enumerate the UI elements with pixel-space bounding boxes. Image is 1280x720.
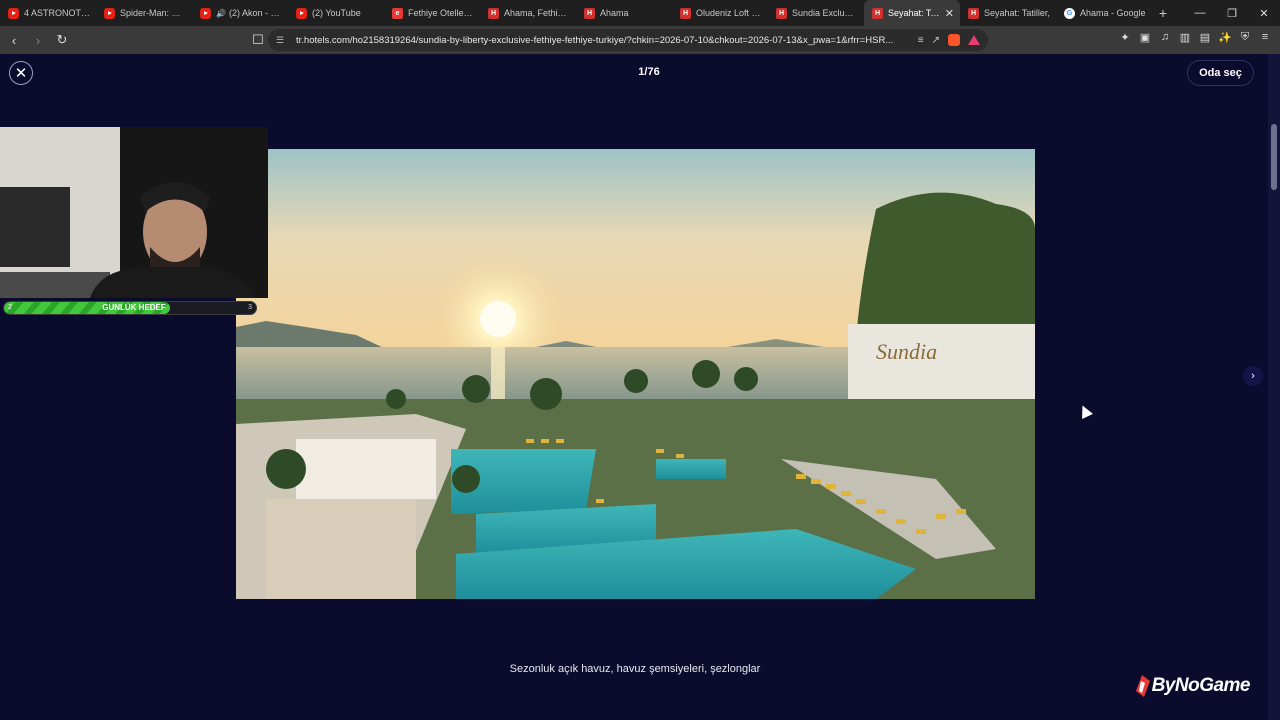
reload-icon[interactable]: ↻ bbox=[52, 30, 72, 50]
tab-2[interactable]: 🔊 (2) Akon - Sm bbox=[192, 0, 288, 26]
mouse-cursor-icon bbox=[1077, 403, 1093, 419]
tab-title: Ahama, Fethiye, T bbox=[504, 8, 570, 18]
select-room-button[interactable]: Oda seç bbox=[1187, 60, 1254, 86]
media-icon[interactable]: ♫ bbox=[1158, 30, 1172, 44]
tab-list: 4 ASTRONOT AY... Spider-Man: Bran 🔊(2) Ako… bbox=[0, 0, 1152, 26]
tab-title: Ahama bbox=[600, 8, 629, 18]
bookmark-icon[interactable]: ☐ bbox=[248, 30, 268, 50]
webcam-overlay bbox=[0, 127, 268, 298]
tab-11[interactable]: G Ahama - Google bbox=[1056, 0, 1152, 26]
tab-title: Ahama - Google bbox=[1080, 8, 1146, 18]
youtube-icon bbox=[104, 7, 115, 19]
next-photo-button[interactable]: › bbox=[1243, 366, 1263, 386]
tab-title: Fethiye Otelleri - bbox=[408, 8, 474, 18]
new-tab-button[interactable]: + bbox=[1152, 5, 1174, 21]
menu-icon[interactable]: ≡ bbox=[1258, 30, 1272, 44]
page-scrollbar[interactable] bbox=[1268, 54, 1280, 720]
tab-10[interactable]: H Seyahat: Tatiller, bbox=[960, 0, 1056, 26]
hotels-icon: H bbox=[776, 7, 787, 19]
tab-title: (2) Akon - Sm bbox=[228, 8, 282, 18]
tab-0[interactable]: 4 ASTRONOT AY... bbox=[0, 0, 96, 26]
hotel-sign-text: Sundia bbox=[876, 339, 937, 364]
google-icon: G bbox=[1064, 7, 1075, 19]
tab-title: Seyahat: Tatil bbox=[888, 8, 941, 18]
tab-title: 4 ASTRONOT AY... bbox=[24, 8, 90, 18]
back-icon[interactable]: ‹ bbox=[4, 30, 24, 50]
tab-6[interactable]: H Ahama bbox=[576, 0, 672, 26]
expedia-icon: e bbox=[392, 7, 403, 19]
goal-label: GÜNLÜK HEDEF bbox=[102, 303, 166, 312]
extensions-icon[interactable]: ✦ bbox=[1118, 30, 1132, 44]
tab-8[interactable]: H Sundia Exclusive bbox=[768, 0, 864, 26]
wallet-icon[interactable]: ▣ bbox=[1138, 30, 1152, 44]
tab-title: Seyahat: Tatiller, bbox=[984, 8, 1050, 18]
youtube-icon bbox=[200, 7, 211, 19]
hotels-icon: H bbox=[584, 7, 595, 19]
tab-5[interactable]: H Ahama, Fethiye, T bbox=[480, 0, 576, 26]
scrollbar-thumb[interactable] bbox=[1271, 124, 1277, 190]
gallery-photo: Sundia bbox=[236, 149, 1035, 599]
address-actions: ≡ ↗ bbox=[918, 34, 980, 46]
tab-title: Spider-Man: Bran bbox=[120, 8, 186, 18]
bynogame-mark-icon bbox=[1135, 675, 1150, 697]
audio-playing-icon[interactable]: 🔊 bbox=[216, 9, 226, 18]
hotel-pool-photo: Sundia bbox=[236, 149, 1035, 599]
address-bar[interactable]: ☰ tr.hotels.com/ho2158319264/sundia-by-l… bbox=[268, 29, 988, 51]
brave-shields-icon[interactable] bbox=[948, 34, 960, 46]
youtube-icon bbox=[296, 7, 307, 19]
close-tab-icon[interactable]: ✕ bbox=[945, 7, 954, 20]
hotels-icon: H bbox=[680, 7, 691, 19]
close-window-icon[interactable]: ✕ bbox=[1248, 0, 1280, 26]
tab-4[interactable]: e Fethiye Otelleri - bbox=[384, 0, 480, 26]
tab-title: Oludeniz Loft Ho bbox=[696, 8, 762, 18]
youtube-icon bbox=[8, 7, 19, 19]
forward-icon[interactable]: › bbox=[28, 30, 48, 50]
toolbar-right: ✦ ▣ ♫ ▥ ▤ ✨ ⛨ ≡ bbox=[1118, 30, 1272, 44]
tab-strip: 4 ASTRONOT AY... Spider-Man: Bran 🔊(2) Ako… bbox=[0, 0, 1280, 26]
window-controls: — ❐ ✕ bbox=[1184, 0, 1280, 26]
daily-goal-progress: 2 GÜNLÜK HEDEF 3 bbox=[3, 301, 257, 315]
webcam-feed bbox=[0, 127, 268, 298]
share-icon[interactable]: ↗ bbox=[932, 35, 940, 46]
reader-mode-icon[interactable]: ≡ bbox=[918, 35, 924, 46]
url-text: tr.hotels.com/ho2158319264/sundia-by-lib… bbox=[296, 34, 894, 46]
minimize-icon[interactable]: — bbox=[1184, 0, 1216, 26]
leo-icon[interactable]: ✨ bbox=[1218, 30, 1232, 44]
restore-icon[interactable]: ❐ bbox=[1216, 0, 1248, 26]
photo-caption: Sezonluk açık havuz, havuz şemsiyeleri, … bbox=[509, 663, 761, 675]
tab-title: Sundia Exclusive bbox=[792, 8, 858, 18]
site-info-icon[interactable]: ☰ bbox=[276, 35, 288, 46]
tab-title: (2) YouTube bbox=[312, 8, 361, 18]
tab-7[interactable]: H Oludeniz Loft Ho bbox=[672, 0, 768, 26]
hotels-icon: H bbox=[872, 7, 883, 19]
tab-9[interactable]: H Seyahat: Tatil ✕ bbox=[864, 0, 960, 26]
goal-target: 3 bbox=[248, 304, 252, 311]
hotels-icon: H bbox=[968, 7, 979, 19]
vpn-icon[interactable]: ▤ bbox=[1198, 30, 1212, 44]
shield-icon[interactable]: ⛨ bbox=[1238, 30, 1252, 44]
browser-toolbar: ‹ › ↻ ☐ ☰ tr.hotels.com/ho2158319264/sun… bbox=[0, 26, 1280, 54]
sidebar-icon[interactable]: ▥ bbox=[1178, 30, 1192, 44]
tab-1[interactable]: Spider-Man: Bran bbox=[96, 0, 192, 26]
tab-3[interactable]: (2) YouTube bbox=[288, 0, 384, 26]
hotels-icon: H bbox=[488, 7, 499, 19]
logo-text: ByNoGame bbox=[1151, 675, 1251, 696]
photo-counter: 1/76 bbox=[638, 66, 660, 78]
close-gallery-button[interactable]: ✕ bbox=[9, 61, 33, 85]
brave-rewards-icon[interactable] bbox=[968, 35, 980, 45]
bynogame-logo: ByNoGame bbox=[1135, 675, 1251, 697]
